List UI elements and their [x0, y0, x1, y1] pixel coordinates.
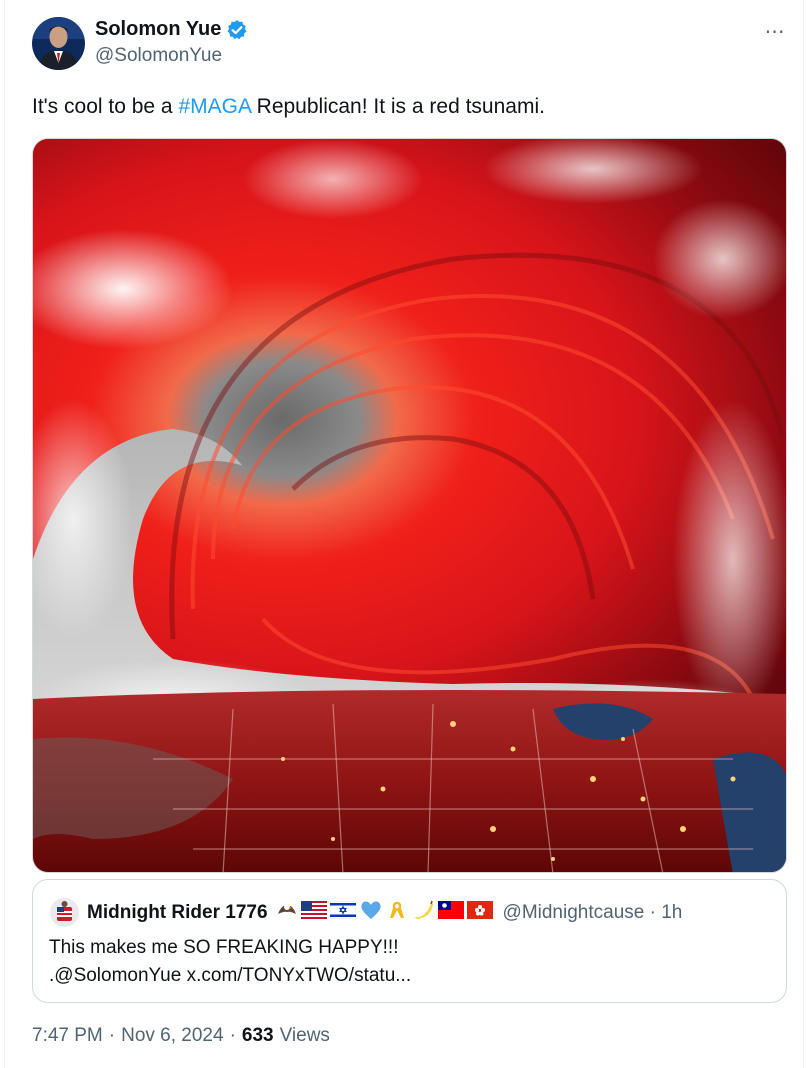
taiwan-flag-icon: [437, 901, 464, 924]
post-time[interactable]: 7:47 PM: [32, 1025, 103, 1047]
yellow-ribbon-icon: [386, 899, 408, 926]
banana-icon: [411, 899, 435, 926]
tweet-media-image[interactable]: [32, 138, 787, 873]
quoted-tweet[interactable]: Midnight Rider 1776 @Midnightcause · 1h …: [32, 879, 787, 1003]
quoted-time[interactable]: 1h: [661, 902, 682, 923]
author-name[interactable]: Solomon Yue: [95, 18, 221, 41]
quoted-text-line-2: .@SolomonYue x.com/TONYxTWO/statu...: [49, 965, 412, 986]
tweet-text-before: It's cool to be a: [32, 95, 179, 118]
meta-sep-1: ·: [108, 1025, 116, 1046]
quoted-author-handle[interactable]: @Midnightcause · 1h: [503, 902, 683, 924]
verified-badge-icon[interactable]: [226, 19, 248, 41]
eagle-emoji-icon: [276, 900, 298, 925]
israel-flag-icon: [329, 900, 356, 924]
views-count: 633: [241, 1025, 274, 1046]
post-date[interactable]: Nov 6, 2024: [121, 1025, 223, 1047]
tweet-text: It's cool to be a #MAGA Republican! It i…: [32, 93, 545, 120]
hong-kong-flag-icon: [466, 901, 493, 924]
meta-sep-2: ·: [229, 1025, 236, 1046]
views-label: Views: [279, 1025, 330, 1046]
quoted-author-handle-text[interactable]: @Midnightcause: [503, 902, 645, 923]
quoted-author-avatar[interactable]: [50, 898, 79, 927]
quoted-tweet-text: This makes me SO FREAKING HAPPY!!! .@Sol…: [49, 934, 411, 990]
blue-heart-icon: [359, 899, 383, 926]
author-name-row[interactable]: Solomon Yue: [95, 18, 248, 41]
tweet-meta: 7:47 PM · Nov 6, 2024 · 633 Views: [32, 1025, 330, 1047]
more-options-icon[interactable]: ⋯: [762, 21, 788, 43]
author-avatar[interactable]: [32, 17, 85, 70]
quoted-author-name[interactable]: Midnight Rider 1776: [87, 902, 268, 924]
tweet-card: Solomon Yue @SolomonYue ⋯ It's cool to b…: [4, 0, 804, 1068]
us-flag-icon: [300, 901, 327, 924]
quoted-text-line-1: This makes me SO FREAKING HAPPY!!!: [49, 937, 399, 958]
red-tsunami-image: [33, 139, 786, 872]
quoted-author-emojis: [276, 899, 493, 926]
tweet-text-after: Republican! It is a red tsunami.: [250, 95, 545, 118]
quoted-tweet-header: Midnight Rider 1776 @Midnightcause · 1h: [50, 898, 682, 927]
author-handle[interactable]: @SolomonYue: [95, 45, 222, 67]
quoted-sep: ·: [649, 901, 656, 923]
hashtag-link[interactable]: #MAGA: [178, 95, 250, 118]
